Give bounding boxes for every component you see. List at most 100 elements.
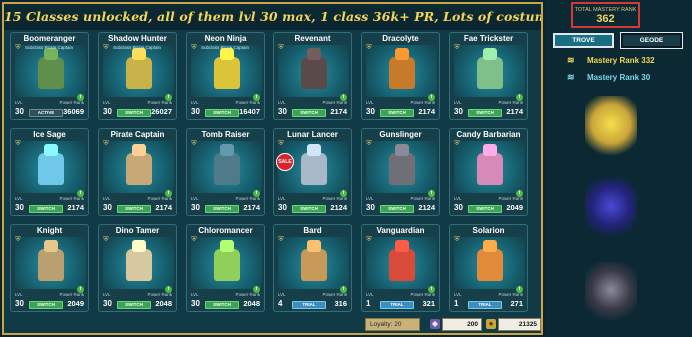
class-card[interactable]: Solarion ⛨ i LVL Power Rank 1 TRIAL 271 xyxy=(449,224,528,312)
class-level: 30 xyxy=(191,203,200,212)
class-card[interactable]: Lunar Lancer ⛨ SALE i LVL Power Rank 30 SWITCH 2… xyxy=(273,128,352,216)
tab-geode[interactable]: GEODE xyxy=(620,32,683,49)
class-name: Pirate Captain xyxy=(110,130,165,139)
class-action-button[interactable]: SWITCH xyxy=(205,109,239,117)
class-character-icon xyxy=(477,57,503,89)
class-action-button[interactable]: SWITCH xyxy=(380,205,414,213)
class-name: Lunar Lancer xyxy=(287,130,338,139)
class-level: 30 xyxy=(103,107,112,116)
class-action-button[interactable]: TRIAL xyxy=(292,301,326,309)
power-rank-label: Power Rank xyxy=(147,100,172,105)
class-level: 30 xyxy=(15,107,24,116)
class-character-icon xyxy=(301,57,327,89)
class-card[interactable]: Dracolyte ⛨ i LVL Power Rank 30 SWITCH 2174 xyxy=(361,32,440,120)
class-card[interactable]: Pirate Captain ⛨ i LVL Power Rank 30 SWITCH 217… xyxy=(98,128,177,216)
crest-icon: ⛨ xyxy=(454,140,460,147)
class-card[interactable]: Revenant ⛨ i LVL Power Rank 30 SWITCH 2174 xyxy=(273,32,352,120)
class-action-button[interactable]: TRIAL xyxy=(468,301,502,309)
class-action-button[interactable]: SWITCH xyxy=(380,109,414,117)
class-action-button[interactable]: SWITCH xyxy=(29,301,63,309)
level-label: LVL xyxy=(366,292,374,297)
class-character-icon xyxy=(126,249,152,281)
class-card[interactable]: Dino Tamer ⛨ i LVL Power Rank 30 SWITCH 2048 xyxy=(98,224,177,312)
class-level: 30 xyxy=(191,299,200,308)
level-label: LVL xyxy=(454,196,462,201)
class-character-icon xyxy=(477,153,503,185)
class-level: 30 xyxy=(454,203,463,212)
wings-icon: ≋ xyxy=(567,55,575,65)
class-card[interactable]: Knight ⛨ i LVL Power Rank 30 SWITCH 2049 xyxy=(10,224,89,312)
class-name: Boomeranger xyxy=(23,34,76,43)
class-character-icon xyxy=(389,249,415,281)
class-name: Bard xyxy=(303,226,322,235)
class-name: Revenant xyxy=(294,34,331,43)
class-level: 30 xyxy=(278,107,287,116)
class-name: Gunslinger xyxy=(379,130,422,139)
class-card[interactable]: Bard ⛨ i LVL Power Rank 4 TRIAL 316 xyxy=(273,224,352,312)
level-label: LVL xyxy=(103,196,111,201)
class-name: Fae Trickster xyxy=(463,34,514,43)
class-action-button[interactable]: SWITCH xyxy=(468,109,502,117)
class-character-icon xyxy=(301,249,327,281)
crest-icon: ⛨ xyxy=(103,44,109,51)
class-action-button[interactable]: SWITCH xyxy=(292,109,326,117)
character-preview-gold xyxy=(585,96,637,158)
crest-icon: ⛨ xyxy=(454,236,460,243)
mastery-rank-trove-label: Mastery Rank 332 xyxy=(587,56,655,65)
character-preview-ninja xyxy=(585,178,637,240)
coin-icon: ● xyxy=(486,319,496,329)
tab-trove[interactable]: TROVE xyxy=(553,33,614,48)
power-rank-label: Power Rank xyxy=(59,292,84,297)
power-rank-label: Power Rank xyxy=(410,196,435,201)
class-card[interactable]: Vanguardian ⛨ i LVL Power Rank 1 TRIAL 321 xyxy=(361,224,440,312)
class-card[interactable]: Boomeranger ⛨ Subclass Pirate Captain i LVL P… xyxy=(10,32,89,120)
class-level: 1 xyxy=(454,299,459,308)
power-rank-label: Power Rank xyxy=(147,196,172,201)
class-card[interactable]: Ice Sage ⛨ i LVL Power Rank 30 SWITCH 2174 xyxy=(10,128,89,216)
class-power-rank: 2174 xyxy=(506,107,523,116)
class-name: Chloromancer xyxy=(198,226,253,235)
class-action-button[interactable]: SWITCH xyxy=(117,205,151,213)
class-action-button[interactable]: TRIAL xyxy=(380,301,414,309)
class-name: Vanguardian xyxy=(376,226,425,235)
class-level: 30 xyxy=(454,107,463,116)
class-character-icon xyxy=(214,249,240,281)
class-character-icon xyxy=(126,57,152,89)
class-action-button[interactable]: SWITCH xyxy=(205,205,239,213)
level-label: LVL xyxy=(454,292,462,297)
class-power-rank: 271 xyxy=(510,299,523,308)
level-label: LVL xyxy=(191,292,199,297)
level-label: LVL xyxy=(191,196,199,201)
class-level: 30 xyxy=(15,203,24,212)
class-card[interactable]: Shadow Hunter ⛨ Subclass Pirate Captain i LV… xyxy=(98,32,177,120)
class-power-rank: 2049 xyxy=(67,299,84,308)
power-rank-label: Power Rank xyxy=(147,292,172,297)
class-power-rank: 2124 xyxy=(418,203,435,212)
class-card[interactable]: Gunslinger ⛨ i LVL Power Rank 30 SWITCH 2124 xyxy=(361,128,440,216)
class-card[interactable]: Chloromancer ⛨ i LVL Power Rank 30 SWITCH 2048 xyxy=(186,224,265,312)
crest-icon: ⛨ xyxy=(15,236,21,243)
class-action-button[interactable]: SWITCH xyxy=(205,301,239,309)
class-character-icon xyxy=(214,57,240,89)
class-action-button[interactable]: SWITCH xyxy=(29,205,63,213)
class-power-rank: 321 xyxy=(422,299,435,308)
currency-gold-value: 21325 xyxy=(498,318,541,331)
class-power-rank: 2174 xyxy=(330,107,347,116)
class-power-rank: 2174 xyxy=(243,203,260,212)
class-card[interactable]: Tomb Raiser ⛨ i LVL Power Rank 30 SWITCH 2174 xyxy=(186,128,265,216)
class-card[interactable]: Neon Ninja ⛨ Subclass Pirate Captain i LVL Po… xyxy=(186,32,265,120)
class-action-button[interactable]: ACTIVE xyxy=(29,109,63,117)
class-action-button[interactable]: SWITCH xyxy=(468,205,502,213)
class-level: 1 xyxy=(366,299,371,308)
class-subclass: Subclass Pirate Captain xyxy=(113,45,162,50)
total-mastery-value: 362 xyxy=(596,13,615,25)
class-power-rank: 2048 xyxy=(155,299,172,308)
crest-icon: ⛨ xyxy=(366,44,372,51)
crest-icon: ⛨ xyxy=(278,140,284,147)
class-card[interactable]: Candy Barbarian ⛨ i LVL Power Rank 30 SWITCH 20… xyxy=(449,128,528,216)
class-card[interactable]: Fae Trickster ⛨ i LVL Power Rank 30 SWITCH 2174 xyxy=(449,32,528,120)
class-action-button[interactable]: SWITCH xyxy=(117,109,151,117)
class-name: Ice Sage xyxy=(33,130,66,139)
class-action-button[interactable]: SWITCH xyxy=(292,205,326,213)
class-action-button[interactable]: SWITCH xyxy=(117,301,151,309)
